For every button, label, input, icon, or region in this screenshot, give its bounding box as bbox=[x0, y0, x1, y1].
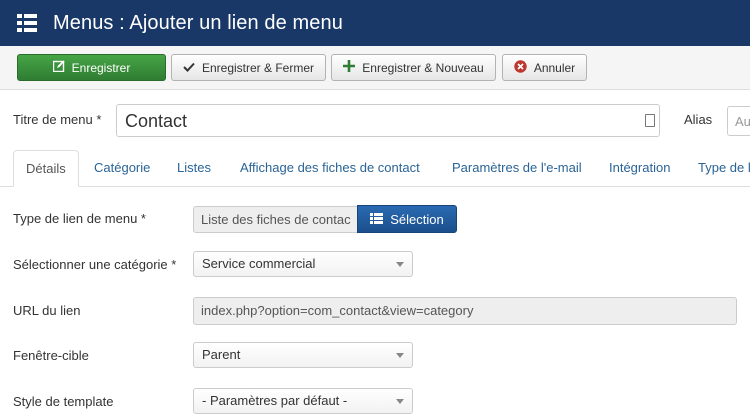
save-button-label: Enregistrer bbox=[71, 60, 131, 75]
alias-input[interactable]: Au bbox=[727, 106, 750, 136]
cancel-label: Annuler bbox=[533, 60, 576, 75]
page-title: Menus : Ajouter un lien de menu bbox=[53, 11, 343, 34]
target-window-select[interactable]: Parent bbox=[193, 342, 413, 368]
tab-integration[interactable]: Intégration bbox=[609, 150, 670, 187]
list-icon bbox=[370, 212, 384, 227]
save-new-label: Enregistrer & Nouveau bbox=[362, 60, 484, 75]
url-label: URL du lien bbox=[13, 303, 81, 318]
template-style-label: Style de template bbox=[13, 394, 114, 409]
chevron-down-icon bbox=[396, 353, 404, 358]
tab-details[interactable]: Détails bbox=[13, 150, 79, 187]
target-label: Fenêtre-cible bbox=[13, 348, 89, 363]
tab-email-settings[interactable]: Paramètres de l'e-mail bbox=[452, 150, 582, 187]
save-close-button[interactable]: Enregistrer & Fermer bbox=[171, 54, 326, 81]
cancel-icon bbox=[514, 59, 527, 76]
target-value: Parent bbox=[202, 347, 241, 362]
tab-contact-display[interactable]: Affichage des fiches de contact bbox=[240, 150, 420, 187]
category-select[interactable]: Service commercial bbox=[193, 251, 413, 277]
menu-list-icon bbox=[17, 14, 37, 32]
tab-link-type[interactable]: Type de l bbox=[698, 150, 750, 187]
contact-card-icon bbox=[645, 114, 655, 127]
menu-type-value: Liste des fiches de contac bbox=[193, 206, 358, 233]
menu-title-input[interactable]: Contact bbox=[116, 104, 660, 137]
tab-category[interactable]: Catégorie bbox=[94, 150, 150, 187]
save-close-label: Enregistrer & Fermer bbox=[201, 60, 315, 75]
alias-label: Alias bbox=[684, 112, 713, 127]
cancel-button[interactable]: Annuler bbox=[502, 54, 587, 81]
save-new-button[interactable]: Enregistrer & Nouveau bbox=[331, 54, 496, 81]
template-style-value: - Paramètres par défaut - bbox=[202, 393, 348, 408]
tab-lists[interactable]: Listes bbox=[177, 150, 211, 187]
toolbar: Enregistrer Enregistrer & Fermer Enregis… bbox=[0, 46, 750, 90]
url-value: index.php?option=com_contact&view=catego… bbox=[193, 297, 737, 325]
select-button-label: Sélection bbox=[390, 211, 444, 227]
save-button[interactable]: Enregistrer bbox=[17, 54, 166, 81]
select-menu-type-button[interactable]: Sélection bbox=[357, 205, 457, 233]
menu-type-label: Type de lien de menu * bbox=[13, 211, 146, 226]
template-style-select[interactable]: - Paramètres par défaut - bbox=[193, 388, 413, 414]
check-icon bbox=[183, 61, 195, 75]
edit-icon bbox=[52, 60, 65, 75]
chevron-down-icon bbox=[396, 262, 404, 267]
category-label: Sélectionner une catégorie * bbox=[13, 257, 177, 272]
plus-icon bbox=[343, 60, 356, 75]
page-header: Menus : Ajouter un lien de menu bbox=[0, 0, 750, 46]
category-value: Service commercial bbox=[202, 256, 316, 271]
tabs-bar: Détails Catégorie Listes Affichage des f… bbox=[0, 150, 750, 187]
title-label: Titre de menu * bbox=[13, 112, 102, 127]
